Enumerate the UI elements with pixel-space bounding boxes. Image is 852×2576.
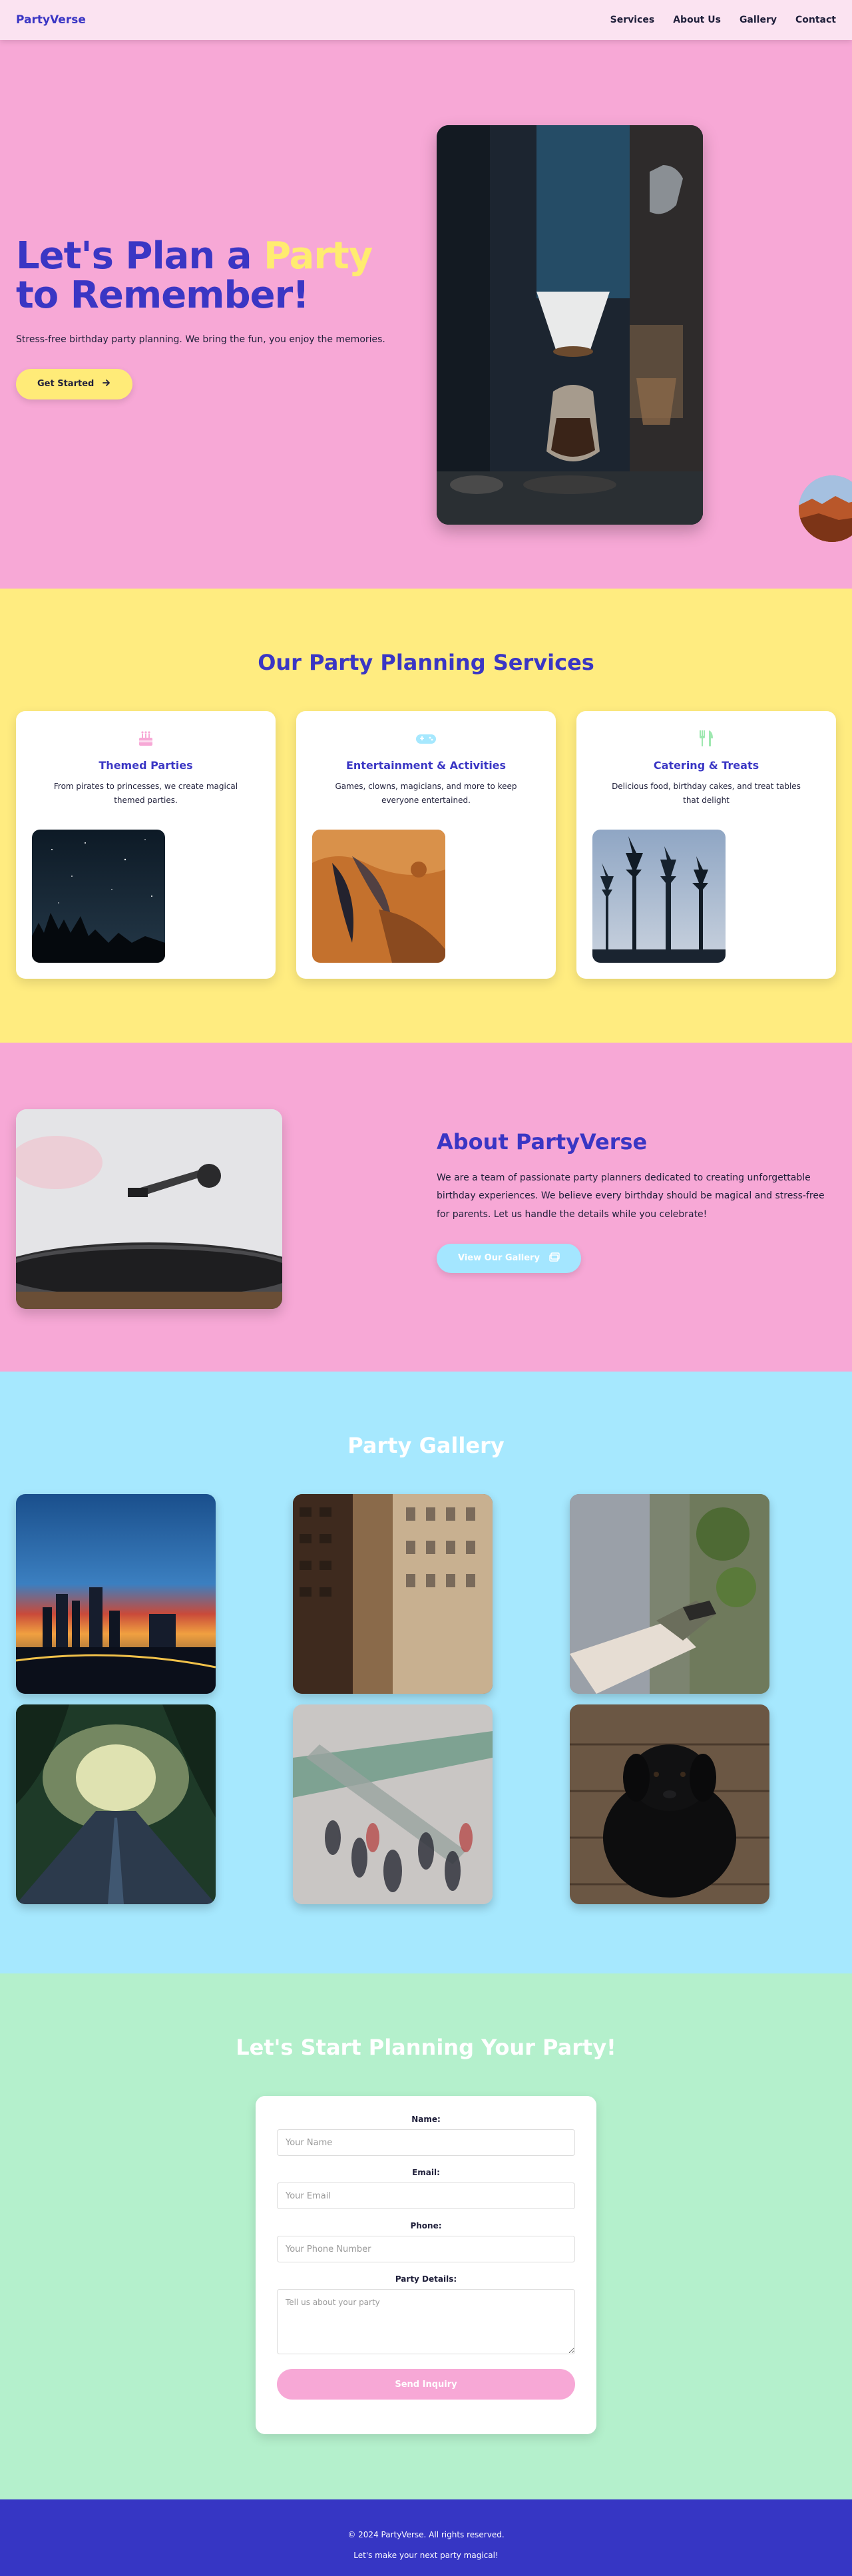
hero-canyon-bubble-image <box>799 475 852 542</box>
service-description: Delicious food, birthday cakes, and trea… <box>612 782 801 805</box>
service-description: Games, clowns, magicians, and more to ke… <box>335 782 517 805</box>
cake-icon <box>32 728 260 750</box>
footer-copyright: © 2024 PartyVerse. All rights reserved. <box>347 2530 505 2539</box>
starry-night-image <box>32 830 165 963</box>
gallery-image-black-dog[interactable] <box>570 1704 769 1904</box>
contact-section: Let's Start Planning Your Party! Name: E… <box>0 1973 852 2499</box>
mars-terrain-image <box>312 830 445 963</box>
view-gallery-button[interactable]: View Our Gallery <box>437 1243 581 1273</box>
arrow-right-icon <box>102 378 111 390</box>
party-inquiry-form: Name: Email: Phone: Party Details: Send … <box>256 2096 596 2434</box>
footer: © 2024 PartyVerse. All rights reserved. … <box>0 2499 852 2576</box>
service-card-entertainment: Entertainment & Activities Games, clowns… <box>296 711 556 979</box>
party-details-label: Party Details: <box>395 2274 457 2284</box>
service-title: Catering & Treats <box>653 759 759 772</box>
gamepad-icon <box>312 728 540 750</box>
hero-title: Let's Plan a Party to Remember! <box>16 234 373 318</box>
utensils-icon <box>592 728 820 750</box>
gallery-title: Party Gallery <box>347 1433 505 1458</box>
service-card-catering: Catering & Treats Delicious food, birthd… <box>576 711 836 979</box>
nav-link-gallery[interactable]: Gallery <box>740 15 777 25</box>
get-started-button[interactable]: Get Started <box>16 368 133 399</box>
nav-link-services[interactable]: Services <box>610 15 655 25</box>
hero-coffee-image <box>437 125 703 525</box>
top-nav: PartyVerse Services About Us Gallery Con… <box>0 0 852 40</box>
service-title: Entertainment & Activities <box>345 759 507 772</box>
service-title: Themed Parties <box>99 759 193 772</box>
phone-input[interactable] <box>277 2236 575 2262</box>
gallery-image-city-sunset[interactable] <box>16 1494 216 1694</box>
nav-link-about[interactable]: About Us <box>673 15 721 25</box>
hero-title-highlight: Party <box>264 234 373 278</box>
phone-label: Phone: <box>410 2221 442 2230</box>
service-description: From pirates to princesses, we create ma… <box>53 782 238 805</box>
services-section: Our Party Planning Services Themed Parti… <box>0 589 852 1043</box>
hero-section: Let's Plan a Party to Remember! Stress-f… <box>0 40 852 589</box>
site-logo[interactable]: PartyVerse <box>16 13 86 27</box>
footer-tagline: Let's make your next party magical! <box>353 2551 499 2561</box>
services-title: Our Party Planning Services <box>258 650 594 675</box>
email-label: Email: <box>412 2168 440 2177</box>
contact-title: Let's Start Planning Your Party! <box>236 2035 616 2060</box>
get-started-label: Get Started <box>37 379 95 389</box>
service-card-themed: Themed Parties From pirates to princesse… <box>16 711 276 979</box>
gallery-image-buildings[interactable] <box>293 1494 493 1694</box>
about-title: About PartyVerse <box>437 1129 648 1155</box>
view-gallery-label: View Our Gallery <box>458 1253 540 1264</box>
forest-trees-image <box>592 830 726 963</box>
gallery-image-rooftop-feet[interactable] <box>570 1494 769 1694</box>
nav-link-contact[interactable]: Contact <box>795 15 836 25</box>
images-icon <box>549 1252 560 1264</box>
hero-subtitle: Stress-free birthday party planning. We … <box>16 334 385 345</box>
gallery-image-crowd-escalator[interactable] <box>293 1704 493 1904</box>
name-input[interactable] <box>277 2129 575 2156</box>
gallery-section: Party Gallery <box>0 1372 852 1973</box>
hero-content: Let's Plan a Party to Remember! Stress-f… <box>16 236 389 399</box>
about-section: About PartyVerse We are a team of passio… <box>0 1043 852 1372</box>
party-details-textarea[interactable] <box>277 2289 575 2354</box>
about-content: About PartyVerse We are a team of passio… <box>437 1129 836 1273</box>
send-inquiry-button[interactable]: Send Inquiry <box>277 2369 575 2400</box>
nav-links: Services About Us Gallery Contact <box>610 15 836 25</box>
about-body: We are a team of passionate party planne… <box>437 1172 825 1220</box>
email-input[interactable] <box>277 2183 575 2209</box>
record-player-image <box>16 1109 282 1309</box>
gallery-image-road-sunlight[interactable] <box>16 1704 216 1904</box>
name-label: Name: <box>411 2115 441 2124</box>
